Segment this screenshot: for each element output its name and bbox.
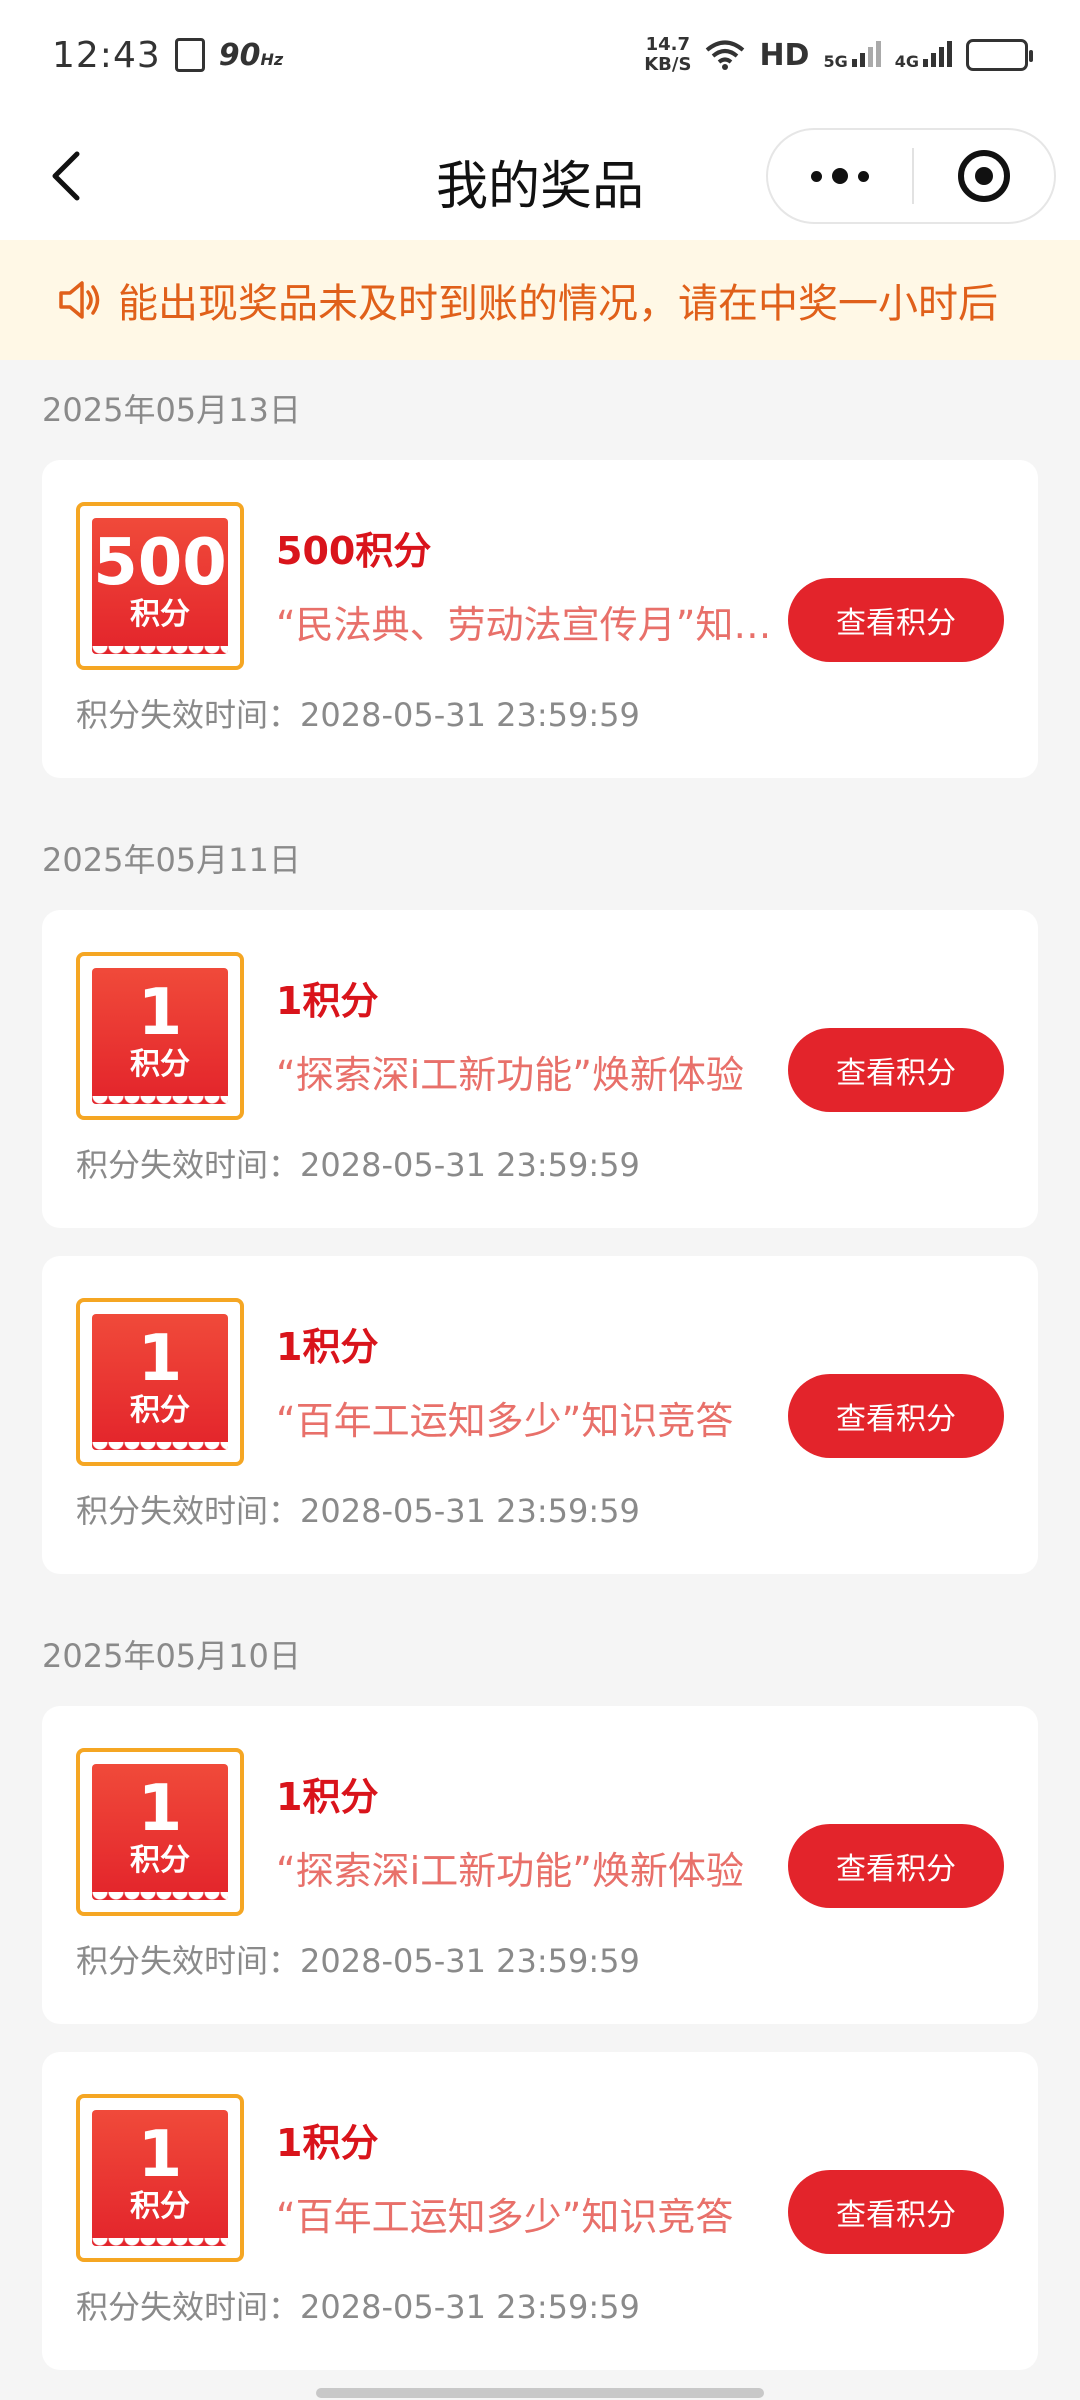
badge-unit: 积分	[130, 1047, 190, 1082]
expire-time: 积分失效时间：2028-05-31 23:59:59	[76, 1942, 640, 1980]
wifi-icon	[706, 40, 745, 70]
points-ticket-icon: 1 积分	[92, 2110, 228, 2246]
vibrate-icon	[174, 38, 205, 72]
points-badge: 1 积分	[76, 2094, 244, 2262]
more-button[interactable]	[768, 130, 912, 222]
points-ticket-icon: 500 积分	[92, 518, 228, 654]
prize-description: “探索深i工新功能”焕新体验	[276, 1849, 744, 1893]
prize-card: 1 积分 1积分 “探索深i工新功能”焕新体验 查看积分 积分失效时间：2028…	[42, 910, 1038, 1228]
prize-list: 2025年05月13日 500 积分 500积分 “民法典、劳动法宣传月”知识竞…	[0, 360, 1080, 2370]
hd-voice-label: HD	[759, 37, 810, 73]
badge-value: 1	[137, 1322, 183, 1396]
prize-description: “探索深i工新功能”焕新体验	[276, 1053, 744, 1097]
notice-bar: 能出现奖品未及时到账的情况，请在中奖一小时后	[0, 240, 1080, 360]
points-ticket-icon: 1 积分	[92, 968, 228, 1104]
points-badge: 1 积分	[76, 952, 244, 1120]
prize-name: 1积分	[276, 1325, 379, 1369]
date-label: 2025年05月13日	[42, 391, 301, 429]
points-badge: 1 积分	[76, 1748, 244, 1916]
badge-value: 500	[93, 526, 227, 600]
sim1-type: 5G	[823, 52, 848, 71]
expire-time: 积分失效时间：2028-05-31 23:59:59	[76, 2288, 640, 2326]
prize-description: “百年工运知多少”知识竞答	[276, 2195, 734, 2239]
view-points-button[interactable]: 查看积分	[788, 1374, 1004, 1458]
expire-time: 积分失效时间：2028-05-31 23:59:59	[76, 1492, 640, 1530]
view-points-button[interactable]: 查看积分	[788, 578, 1004, 662]
expire-time: 积分失效时间：2028-05-31 23:59:59	[76, 696, 640, 734]
sim2-type: 4G	[894, 52, 919, 71]
status-bar: 12:43 90Hz 14.7 KB/S HD 5G 4G	[0, 0, 1080, 110]
badge-value: 1	[137, 1772, 183, 1846]
view-points-button[interactable]: 查看积分	[788, 1028, 1004, 1112]
signal-bars-icon	[923, 39, 952, 67]
prize-name: 500积分	[276, 529, 432, 573]
badge-unit: 积分	[130, 1393, 190, 1428]
close-mini-program-button[interactable]	[914, 130, 1054, 222]
refresh-rate: 90Hz	[219, 38, 283, 73]
badge-value: 1	[137, 2118, 183, 2192]
net-speed: 14.7 KB/S	[644, 35, 691, 75]
speaker-icon	[59, 281, 100, 319]
date-label: 2025年05月11日	[42, 841, 301, 879]
points-ticket-icon: 1 积分	[92, 1314, 228, 1450]
prize-description: “民法典、劳动法宣传月”知识竞答	[276, 603, 796, 647]
home-indicator[interactable]	[316, 2388, 764, 2398]
sim1-signal: 5G	[823, 39, 881, 71]
prize-name: 1积分	[276, 1775, 379, 1819]
net-speed-unit: KB/S	[644, 54, 692, 75]
points-badge: 1 积分	[76, 1298, 244, 1466]
refresh-rate-value: 90	[218, 37, 261, 73]
status-right: 14.7 KB/S HD 5G 4G	[644, 35, 1033, 75]
net-speed-value: 14.7	[645, 34, 691, 55]
notice-text: 能出现奖品未及时到账的情况，请在中奖一小时后	[118, 281, 998, 327]
badge-unit: 积分	[130, 2189, 190, 2224]
badge-unit: 积分	[130, 1843, 190, 1878]
prize-card: 500 积分 500积分 “民法典、劳动法宣传月”知识竞答 查看积分 积分失效时…	[42, 460, 1038, 778]
date-label: 2025年05月10日	[42, 1637, 301, 1675]
prize-name: 1积分	[276, 2121, 379, 2165]
signal-bars-icon	[851, 39, 881, 67]
more-dots-icon	[811, 168, 869, 184]
status-time: 12:43	[52, 34, 161, 76]
view-points-button[interactable]: 查看积分	[788, 2170, 1004, 2254]
badge-unit: 积分	[130, 597, 190, 632]
prize-card: 1 积分 1积分 “探索深i工新功能”焕新体验 查看积分 积分失效时间：2028…	[42, 1706, 1038, 2024]
prize-card: 1 积分 1积分 “百年工运知多少”知识竞答 查看积分 积分失效时间：2028-…	[42, 2052, 1038, 2370]
nav-bar: 我的奖品	[0, 110, 1080, 240]
points-ticket-icon: 1 积分	[92, 1764, 228, 1900]
prize-name: 1积分	[276, 979, 379, 1023]
prize-card: 1 积分 1积分 “百年工运知多少”知识竞答 查看积分 积分失效时间：2028-…	[42, 1256, 1038, 1574]
battery-icon	[966, 39, 1033, 71]
points-badge: 500 积分	[76, 502, 244, 670]
target-circle-icon	[958, 150, 1010, 202]
badge-value: 1	[137, 976, 183, 1050]
refresh-rate-unit: Hz	[260, 49, 284, 69]
status-left: 12:43 90Hz	[52, 35, 283, 76]
mini-program-capsule	[766, 128, 1056, 224]
prize-description: “百年工运知多少”知识竞答	[276, 1399, 734, 1443]
view-points-button[interactable]: 查看积分	[788, 1824, 1004, 1908]
expire-time: 积分失效时间：2028-05-31 23:59:59	[76, 1146, 640, 1184]
sim2-signal: 4G	[895, 39, 952, 71]
